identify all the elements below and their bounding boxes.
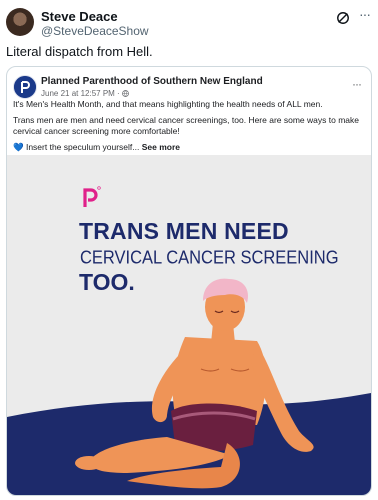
- embedded-facebook-post: Planned Parenthood of Southern New Engla…: [6, 66, 372, 496]
- heart-icon: 💙: [13, 142, 24, 152]
- post-image[interactable]: TRANS MEN NEED CERVICAL CANCER SCREENING…: [7, 155, 371, 495]
- grok-icon[interactable]: [336, 11, 350, 25]
- post-date: June 21 at 12:57 PM ·: [41, 89, 129, 98]
- post-paragraph-1: It's Men's Health Month, and that means …: [13, 99, 323, 109]
- author-name[interactable]: Steve Deace: [41, 9, 149, 24]
- post-paragraph-3-line: 💙 Insert the speculum yourself... See mo…: [13, 142, 365, 153]
- avatar[interactable]: [6, 8, 34, 36]
- author-handle[interactable]: @SteveDeaceShow: [41, 24, 149, 39]
- post-paragraph-2: Trans men are men and need cervical canc…: [13, 115, 359, 136]
- planned-parenthood-logo[interactable]: [13, 75, 37, 99]
- see-more-link[interactable]: See more: [142, 142, 180, 152]
- page-name[interactable]: Planned Parenthood of Southern New Engla…: [41, 76, 263, 87]
- post-date-text[interactable]: June 21 at 12:57 PM ·: [41, 89, 122, 98]
- author-block: Steve Deace @SteveDeaceShow: [41, 9, 149, 39]
- tweet-header: Steve Deace @SteveDeaceShow ···: [6, 6, 371, 40]
- post-body: It's Men's Health Month, and that means …: [13, 99, 365, 158]
- more-icon[interactable]: ···: [359, 6, 371, 22]
- tweet-text: Literal dispatch from Hell.: [6, 44, 153, 59]
- globe-icon: [122, 90, 129, 97]
- illustration: [7, 278, 371, 495]
- post-paragraph-3: Insert the speculum yourself...: [25, 142, 140, 152]
- more-options-icon[interactable]: ···: [352, 77, 362, 91]
